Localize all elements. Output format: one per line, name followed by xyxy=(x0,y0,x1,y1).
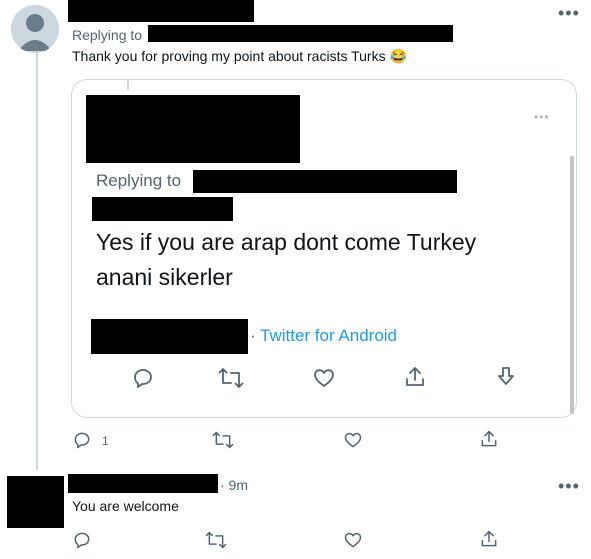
quoted-redacted-second-handle[interactable] xyxy=(92,197,233,221)
replying-to-label: Replying to xyxy=(72,27,143,43)
source-separator: · xyxy=(250,326,256,345)
tweet-text: You are welcome xyxy=(72,498,179,514)
quoted-like-icon[interactable] xyxy=(312,366,336,390)
like-icon[interactable] xyxy=(343,430,363,450)
quoted-more-options-button[interactable]: ••• xyxy=(534,111,550,123)
like-icon[interactable] xyxy=(343,530,363,550)
quoted-downvote-icon[interactable] xyxy=(494,365,518,389)
thread-connector xyxy=(127,80,129,90)
quoted-retweet-icon[interactable] xyxy=(218,366,244,390)
retweet-icon[interactable] xyxy=(205,530,227,550)
reply-icon[interactable] xyxy=(72,530,92,550)
avatar[interactable] xyxy=(11,5,59,53)
redacted-quoted-author xyxy=(86,95,300,163)
avatar[interactable] xyxy=(7,476,64,528)
thread-line xyxy=(36,52,38,470)
quoted-share-icon[interactable] xyxy=(403,365,427,389)
reply-icon[interactable] xyxy=(72,430,92,450)
tweet-timestamp[interactable]: · 9m xyxy=(220,477,248,493)
reply-count: 1 xyxy=(102,434,109,448)
scrollbar[interactable] xyxy=(570,156,574,414)
retweet-icon[interactable] xyxy=(212,430,234,450)
more-options-button[interactable]: ••• xyxy=(558,477,580,495)
quoted-reply-icon[interactable] xyxy=(131,366,155,390)
quoted-replying-to-label: Replying to xyxy=(96,171,182,190)
redacted-author-name xyxy=(68,0,254,22)
tweet-text: Thank you for proving my point about rac… xyxy=(72,48,407,64)
tweet-source-link[interactable]: Twitter for Android xyxy=(260,326,397,346)
share-icon[interactable] xyxy=(479,429,499,449)
redacted-timestamp xyxy=(91,319,248,354)
quoted-tweet-text-line1: Yes if you are arap dont come Turkey xyxy=(96,229,477,255)
quoted-redacted-reply-handle[interactable] xyxy=(193,170,457,193)
share-icon[interactable] xyxy=(479,529,499,549)
redacted-reply-handle[interactable] xyxy=(148,25,453,42)
redacted-author-name xyxy=(68,474,218,493)
quoted-tweet-text-line2: anani sikerler xyxy=(96,264,233,290)
more-options-button[interactable]: ••• xyxy=(558,4,580,22)
default-profile-icon xyxy=(18,14,52,51)
